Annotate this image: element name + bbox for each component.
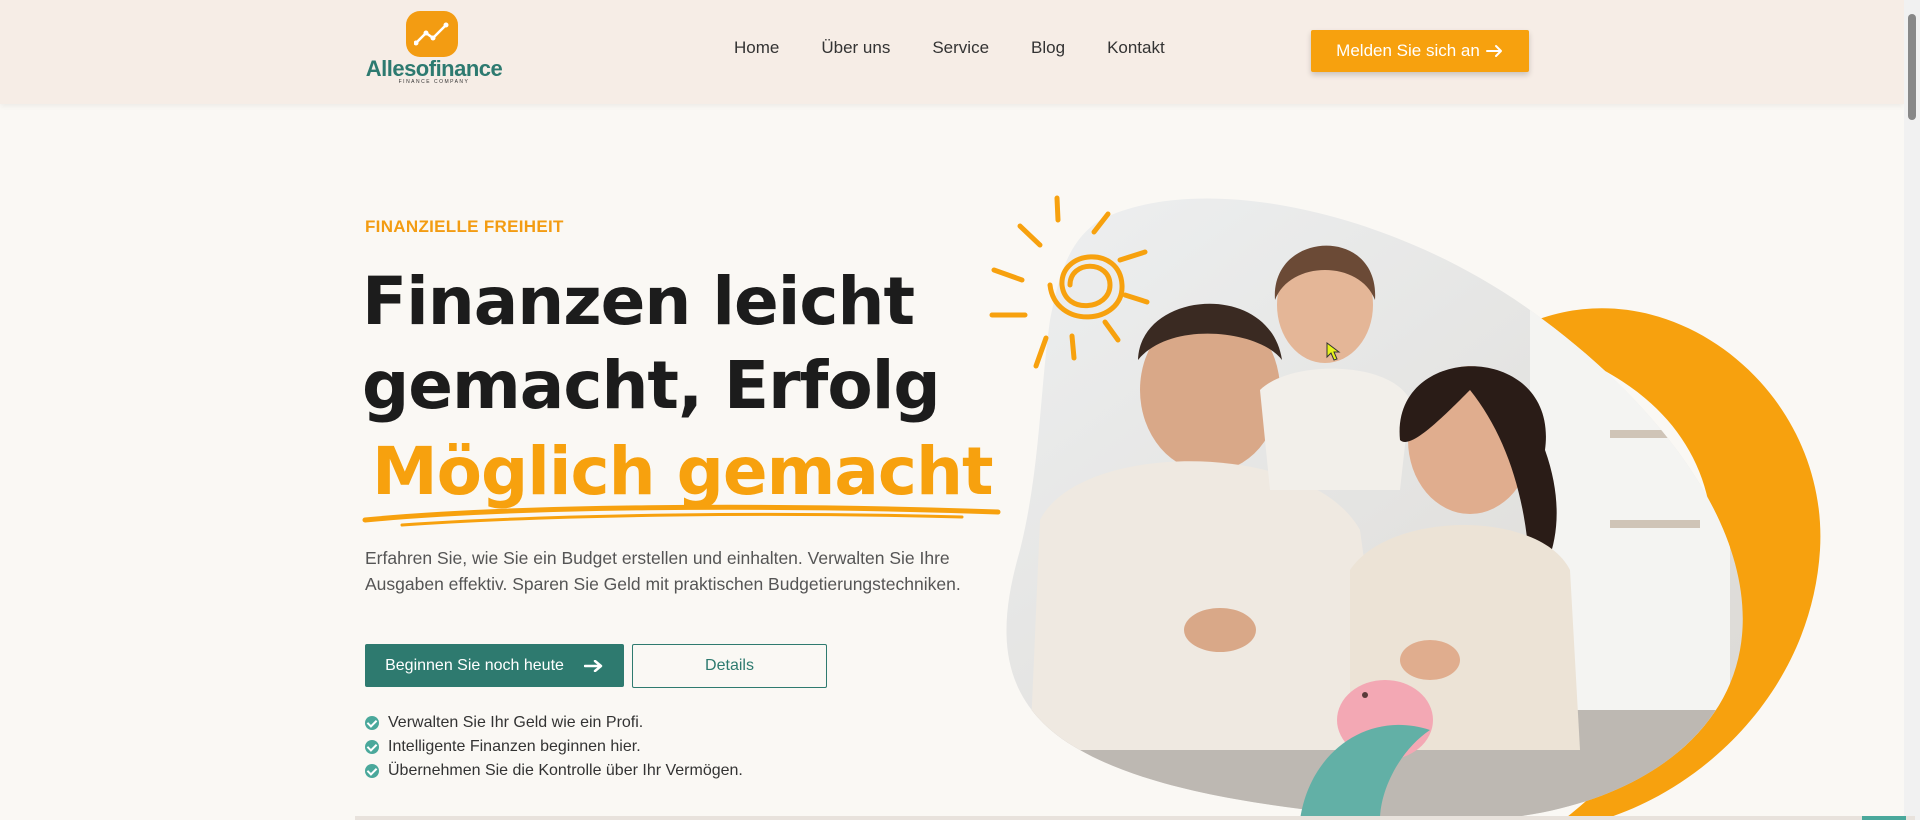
hero-headline: Finanzen leicht gemacht, Erfolg [362, 260, 941, 428]
check-circle-icon [365, 764, 379, 778]
benefit-list: Verwalten Sie Ihr Geld wie ein Profi. In… [365, 711, 743, 783]
corner-widget-tab[interactable] [1862, 816, 1906, 820]
signup-label: Melden Sie sich an [1336, 41, 1480, 60]
mouse-cursor-icon [1326, 342, 1341, 361]
scrollbar-thumb[interactable] [1908, 14, 1916, 120]
nav-item-contact[interactable]: Kontakt [1107, 38, 1165, 64]
section-divider [355, 816, 1915, 820]
arrow-right-icon [1485, 45, 1502, 57]
signup-button[interactable]: Melden Sie sich an [1311, 30, 1529, 72]
benefit-text: Verwalten Sie Ihr Geld wie ein Profi. [388, 714, 644, 731]
hero-lead: Erfahren Sie, wie Sie ein Budget erstell… [365, 548, 961, 594]
hero-illustration [989, 195, 1821, 820]
headline-line-1: Finanzen leicht [362, 263, 915, 340]
check-circle-icon [365, 716, 379, 730]
nav-item-home[interactable]: Home [734, 38, 779, 64]
benefit-text: Intelligente Finanzen beginnen hier. [388, 738, 641, 755]
headline-line-2: gemacht, Erfolg [362, 347, 941, 424]
check-circle-icon [365, 740, 379, 754]
nav-item-service[interactable]: Service [932, 38, 989, 64]
chart-up-icon [406, 11, 458, 57]
site-header: Allesofinance FINANCE COMPANY Home Über … [0, 0, 1904, 104]
details-button[interactable]: Details [632, 644, 827, 688]
highlight-underline [362, 504, 1001, 527]
logo[interactable]: Allesofinance FINANCE COMPANY [364, 8, 504, 88]
list-item: Übernehmen Sie die Kontrolle über Ihr Ve… [365, 759, 743, 783]
main-nav: Home Über uns Service Blog Kontakt [734, 38, 1207, 64]
nav-item-about[interactable]: Über uns [821, 38, 890, 64]
start-today-label: Beginnen Sie noch heute [385, 656, 564, 674]
hero-eyebrow: FINANZIELLE FREIHEIT [365, 217, 564, 236]
list-item: Verwalten Sie Ihr Geld wie ein Profi. [365, 711, 743, 735]
page-scrollbar[interactable] [1904, 0, 1920, 820]
benefit-text: Übernehmen Sie die Kontrolle über Ihr Ve… [388, 762, 743, 779]
list-item: Intelligente Finanzen beginnen hier. [365, 735, 743, 759]
arrow-right-icon [583, 659, 603, 672]
nav-item-blog[interactable]: Blog [1031, 38, 1065, 64]
logo-tagline: FINANCE COMPANY [398, 79, 470, 85]
start-today-button[interactable]: Beginnen Sie noch heute [365, 644, 624, 687]
